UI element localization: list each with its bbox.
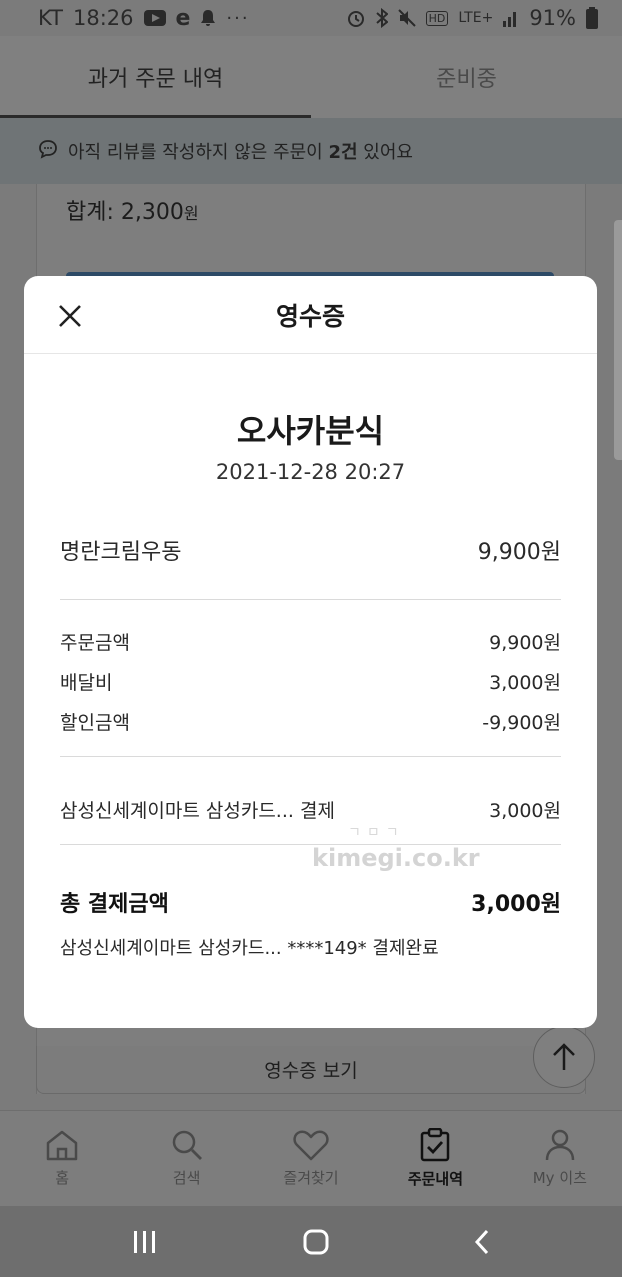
menu-item-name: 명란크림우동 bbox=[60, 540, 182, 565]
payment-row: 삼성신세계이마트 삼성카드... 결제 3,000원 bbox=[60, 796, 561, 823]
divider bbox=[60, 599, 561, 600]
menu-item-price: 9,900원 bbox=[477, 540, 561, 565]
store-name: 오사카분식 bbox=[236, 412, 385, 450]
scroll-to-top-button[interactable] bbox=[533, 1026, 595, 1088]
close-icon[interactable] bbox=[58, 304, 82, 328]
battery-percent: 91% bbox=[529, 6, 576, 30]
receipt-title: 영수증 bbox=[275, 301, 345, 331]
nav-orders-label: 주문내역 bbox=[407, 1170, 464, 1188]
receipt-modal-header: 영수증 bbox=[24, 276, 597, 354]
clock: 18:26 bbox=[72, 6, 134, 30]
total-label: 총 결제금액 bbox=[60, 892, 169, 917]
nav-my-eats-label: My 이츠 bbox=[532, 1169, 587, 1187]
status-bar: KT 18:26 e ··· HD LTE+ 91% bbox=[0, 0, 622, 36]
nav-home-label: 홈 bbox=[55, 1169, 70, 1187]
search-icon bbox=[172, 1130, 202, 1160]
order-total: 합계: 2,300원 bbox=[66, 200, 199, 225]
youtube-icon bbox=[143, 10, 166, 26]
home-icon bbox=[46, 1130, 78, 1161]
total-amount: 3,000원 bbox=[471, 892, 561, 917]
payment-amount: 3,000원 bbox=[489, 800, 561, 822]
back-icon[interactable] bbox=[474, 1229, 490, 1255]
summary-row-discount: 할인금액 -9,900원 bbox=[60, 712, 561, 734]
divider bbox=[60, 756, 561, 757]
lte-label: LTE+ bbox=[458, 10, 494, 26]
divider bbox=[60, 844, 561, 845]
order-tabs: 과거 주문 내역 준비중 bbox=[0, 36, 622, 118]
nav-search-label: 검색 bbox=[172, 1169, 201, 1187]
person-icon bbox=[545, 1129, 575, 1161]
order-date: 2021-12-28 20:27 bbox=[215, 460, 406, 484]
total-row: 총 결제금액 3,000원 bbox=[60, 886, 561, 918]
review-banner[interactable]: 아직 리뷰를 작성하지 않은 주문이 2건 있어요 bbox=[0, 118, 622, 184]
summary-row-order-amount: 주문금액 9,900원 bbox=[60, 632, 561, 654]
mute-icon bbox=[397, 9, 416, 27]
tab-preparing-label: 준비중 bbox=[436, 67, 497, 92]
watermark-mark: ㄱㅁㄱ bbox=[348, 825, 405, 841]
clipboard-check-icon bbox=[421, 1128, 450, 1162]
signal-icon bbox=[503, 9, 519, 27]
edge-panel-handle[interactable] bbox=[614, 220, 622, 460]
tab-past-orders-label: 과거 주문 내역 bbox=[87, 67, 224, 92]
banner-text: 아직 리뷰를 작성하지 않은 주문이 2건 있어요 bbox=[68, 142, 413, 163]
nav-home[interactable]: 홈 bbox=[0, 1111, 124, 1206]
arrow-up-icon bbox=[553, 1043, 575, 1070]
tab-past-orders[interactable]: 과거 주문 내역 bbox=[0, 36, 311, 118]
payment-status: 삼성신세계이마트 삼성카드... ****149* 결제완료 bbox=[60, 938, 439, 959]
nav-search[interactable]: 검색 bbox=[124, 1111, 248, 1206]
receipt-modal: 영수증 오사카분식 2021-12-28 20:27 명란크림우동 9,900원… bbox=[24, 276, 597, 1028]
chat-bubble-icon bbox=[38, 139, 58, 164]
view-receipt-button[interactable]: 영수증 보기 bbox=[36, 1046, 586, 1094]
nav-favorites-label: 즐겨찾기 bbox=[283, 1169, 339, 1187]
bottom-nav: 홈 검색 즐겨찾기 주문내역 My 이츠 bbox=[0, 1110, 622, 1206]
battery-icon bbox=[586, 7, 598, 29]
recent-apps-icon[interactable] bbox=[132, 1230, 158, 1254]
browser-e-icon: e bbox=[175, 5, 191, 31]
payment-method: 삼성신세계이마트 삼성카드... 결제 bbox=[60, 800, 335, 822]
review-count: 2건 bbox=[328, 142, 358, 163]
tab-preparing[interactable]: 준비중 bbox=[311, 36, 622, 118]
more-icon: ··· bbox=[226, 7, 250, 29]
nav-my-eats[interactable]: My 이츠 bbox=[498, 1111, 622, 1206]
hd-icon: HD bbox=[425, 10, 449, 26]
alarm-icon bbox=[346, 8, 366, 28]
bluetooth-icon bbox=[375, 8, 388, 28]
nav-favorites[interactable]: 즐겨찾기 bbox=[249, 1111, 373, 1206]
nav-orders[interactable]: 주문내역 bbox=[373, 1111, 497, 1206]
summary-row-delivery-fee: 배달비 3,000원 bbox=[60, 672, 561, 694]
menu-item-row: 명란크림우동 9,900원 bbox=[60, 534, 561, 566]
system-nav-bar bbox=[0, 1206, 622, 1277]
carrier-label: KT bbox=[38, 6, 63, 30]
bell-icon bbox=[200, 9, 216, 27]
home-button-icon[interactable] bbox=[303, 1229, 329, 1255]
heart-icon bbox=[293, 1130, 329, 1161]
watermark-text: kimegi.co.kr bbox=[312, 844, 480, 872]
